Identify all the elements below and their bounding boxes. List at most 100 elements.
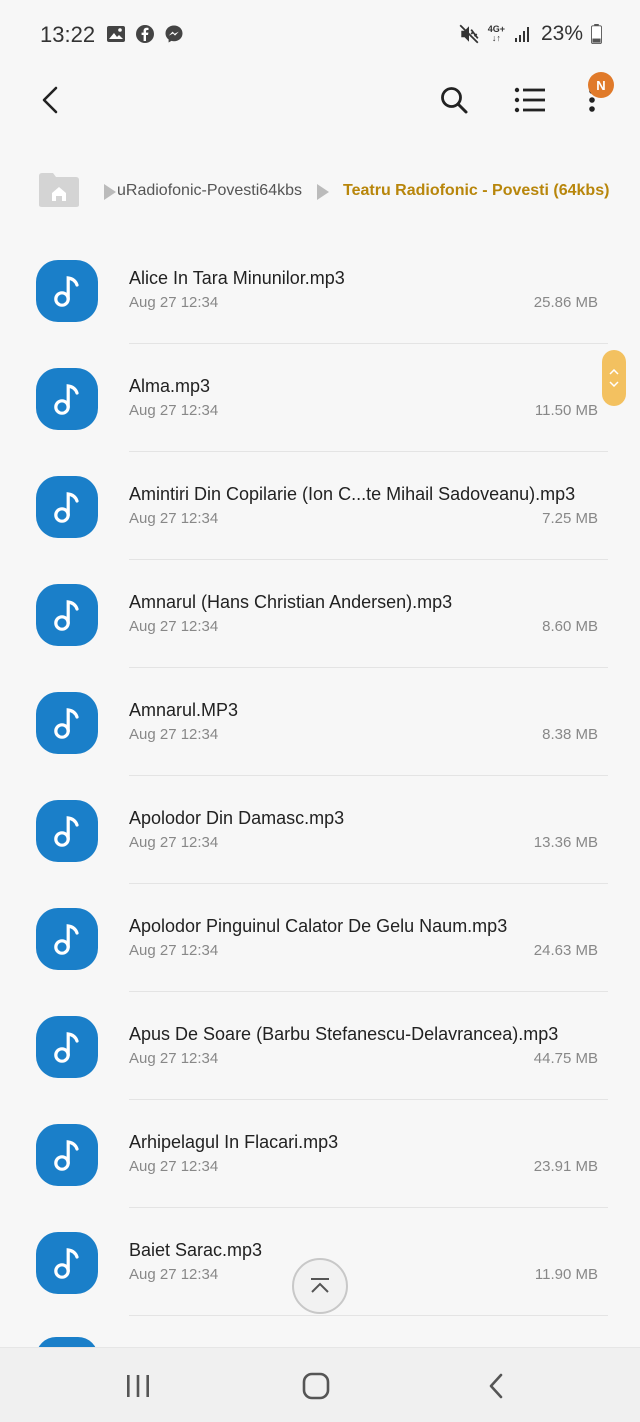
music-note-icon <box>54 816 79 847</box>
music-note-icon <box>54 924 79 955</box>
file-row[interactable]: Apolodor Pinguinul Calator De Gelu Naum.… <box>0 884 640 992</box>
music-file-icon <box>36 908 98 970</box>
music-file-icon <box>36 368 98 430</box>
toolbar <box>0 72 640 128</box>
music-note-icon <box>54 1248 79 1279</box>
file-name: Baiet Sarac.mp3 <box>129 1240 263 1260</box>
file-size: 24.63 MB <box>533 942 598 959</box>
gallery-icon <box>107 26 125 42</box>
file-row[interactable]: Apus De Soare (Barbu Stefanescu-Delavran… <box>0 992 640 1100</box>
file-date: Aug 27 12:34 <box>129 1266 219 1283</box>
file-name: Apus De Soare (Barbu Stefanescu-Delavran… <box>129 1024 559 1044</box>
music-file-icon <box>36 1016 98 1078</box>
music-note-icon <box>54 1032 79 1063</box>
scroll-to-top-button[interactable] <box>292 1258 348 1314</box>
music-file-icon <box>36 692 98 754</box>
file-row[interactable]: Amnarul (Hans Christian Andersen).mp3 Aug… <box>0 560 640 668</box>
file-name: Apolodor Pinguinul Calator De Gelu Naum.… <box>129 916 508 936</box>
file-list: Alice In Tara Minunilor.mp3 Aug 27 12:34 2… <box>0 236 640 1316</box>
chevron-down-icon <box>609 381 619 387</box>
file-name: Amintiri Din Copilarie (Ion C...te Mihai… <box>129 484 576 504</box>
file-date: Aug 27 12:34 <box>129 294 219 311</box>
back-icon <box>489 1373 503 1399</box>
music-note-icon <box>54 276 79 307</box>
file-date: Aug 27 12:34 <box>129 402 219 419</box>
signal-icon <box>514 27 529 42</box>
music-note-icon <box>54 708 79 739</box>
file-name: Amnarul (Hans Christian Andersen).mp3 <box>129 592 453 612</box>
file-date: Aug 27 12:34 <box>129 942 219 959</box>
status-time: 13:22 <box>40 22 96 47</box>
breadcrumb-separator-icon <box>317 184 329 200</box>
file-row[interactable]: Arhipelagul In Flacari.mp3 Aug 27 12:34 23… <box>0 1100 640 1208</box>
file-size: 23.91 MB <box>533 1158 598 1175</box>
file-size: 11.90 MB <box>534 1266 598 1283</box>
file-size: 8.60 MB <box>542 618 598 635</box>
music-file-icon <box>36 1124 98 1186</box>
file-row[interactable]: Amintiri Din Copilarie (Ion C...te Mihai… <box>0 452 640 560</box>
file-size: 13.36 MB <box>533 834 598 851</box>
music-file-icon <box>36 584 98 646</box>
music-note-icon <box>54 600 79 631</box>
file-name: Amnarul.MP3 <box>129 700 239 720</box>
search-icon <box>441 87 468 114</box>
file-name: Arhipelagul In Flacari.mp3 <box>129 1132 339 1152</box>
home-folder-icon[interactable] <box>38 172 80 208</box>
system-status: 4G+ ↓↑ 23% <box>458 22 602 46</box>
file-row[interactable]: Apolodor Din Damasc.mp3 Aug 27 12:34 13.36… <box>0 776 640 884</box>
notification-badge: N <box>588 72 614 98</box>
file-size: 44.75 MB <box>533 1050 598 1067</box>
home-icon <box>302 1372 330 1400</box>
status-bar: 13:22 4G+ ↓↑ 23% <box>0 0 640 72</box>
file-name: Alma.mp3 <box>129 376 211 396</box>
file-row[interactable]: Amnarul.MP3 Aug 27 12:34 8.38 MB <box>0 668 640 776</box>
file-size: 8.38 MB <box>542 726 598 743</box>
navigation-bar <box>0 1347 640 1422</box>
messenger-icon <box>165 25 183 43</box>
home-button[interactable] <box>296 1366 336 1406</box>
file-size: 7.25 MB <box>542 510 598 527</box>
network-indicator: 4G+ ↓↑ <box>488 25 505 43</box>
breadcrumb-item[interactable]: uRadiofonic-Povesti64kbs <box>117 182 302 200</box>
fast-scroll-handle[interactable] <box>602 350 626 406</box>
breadcrumb-separator-icon <box>104 184 116 200</box>
file-date: Aug 27 12:34 <box>129 834 219 851</box>
file-name: Apolodor Din Damasc.mp3 <box>129 808 345 828</box>
list-view-button[interactable] <box>508 78 552 122</box>
back-button[interactable] <box>28 78 72 122</box>
music-file-icon <box>36 260 98 322</box>
mute-vibrate-icon <box>459 24 479 44</box>
music-file-icon <box>36 1232 98 1294</box>
breadcrumb: uRadiofonic-Povesti64kbs Teatru Radiofon… <box>0 166 640 216</box>
music-note-icon <box>54 384 79 415</box>
nav-back-button[interactable] <box>476 1366 516 1406</box>
file-row[interactable]: Alma.mp3 Aug 27 12:34 11.50 MB <box>0 344 640 452</box>
divider <box>129 1315 608 1316</box>
recent-apps-button[interactable] <box>118 1366 158 1406</box>
music-file-icon <box>36 800 98 862</box>
file-date: Aug 27 12:34 <box>129 1050 219 1067</box>
music-note-icon <box>54 492 79 523</box>
search-button[interactable] <box>432 78 476 122</box>
breadcrumb-current[interactable]: Teatru Radiofonic - Povesti (64kbs) <box>343 182 609 200</box>
data-arrows-icon: ↓↑ <box>491 33 501 43</box>
music-file-icon <box>36 476 98 538</box>
battery-percent: 23% <box>540 22 583 45</box>
music-note-icon <box>54 1140 79 1171</box>
file-date: Aug 27 12:34 <box>129 1158 219 1175</box>
recents-icon <box>127 1375 149 1397</box>
file-date: Aug 27 12:34 <box>129 726 219 743</box>
file-name: Alice In Tara Minunilor.mp3 <box>129 268 345 288</box>
chevron-up-icon <box>609 369 619 375</box>
facebook-icon <box>136 25 154 43</box>
scroll-top-icon <box>311 1278 329 1293</box>
list-view-icon <box>514 87 545 113</box>
notification-icons <box>106 24 184 44</box>
file-size: 11.50 MB <box>534 402 598 419</box>
battery-icon <box>591 24 602 44</box>
file-date: Aug 27 12:34 <box>129 618 219 635</box>
file-size: 25.86 MB <box>533 294 598 311</box>
file-row[interactable]: Alice In Tara Minunilor.mp3 Aug 27 12:34 2… <box>0 236 640 344</box>
file-date: Aug 27 12:34 <box>129 510 219 527</box>
chevron-left-icon <box>42 86 58 114</box>
